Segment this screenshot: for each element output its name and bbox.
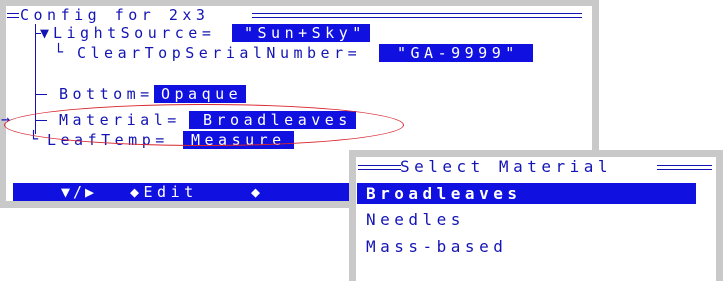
tree-expand-icon[interactable]: ▼ <box>40 24 54 42</box>
material-option-mass-based[interactable]: Mass-based <box>366 236 507 257</box>
bottom-label: Bottom= <box>59 85 154 103</box>
title-rule-right <box>252 13 582 18</box>
bottom-value[interactable]: Opaque <box>154 85 247 103</box>
select-material-popup: Select Material Broadleaves Needles Mass… <box>349 150 723 281</box>
lightsource-label: LightSource= <box>53 24 216 42</box>
material-option-needles[interactable]: Needles <box>366 209 465 230</box>
title-rule-left <box>7 13 19 18</box>
serial-number-label: ClearTopSerialNumber= <box>77 44 362 62</box>
popup-title-rule-right <box>657 165 712 170</box>
material-option-broadleaves[interactable]: Broadleaves <box>357 183 696 204</box>
edit-softkey[interactable]: ◆Edit <box>130 183 198 201</box>
highlight-annotation <box>4 104 404 146</box>
popup-screen: Select Material Broadleaves Needles Mass… <box>356 157 716 281</box>
popup-title-rule-left <box>358 165 401 170</box>
tree-branch <box>35 94 47 95</box>
serial-number-value[interactable]: "GA-9999" <box>379 44 533 62</box>
tree-branch-icon: └ <box>54 43 68 61</box>
lightsource-value[interactable]: "Sun+Sky" <box>232 24 370 42</box>
end-softkey-icon[interactable]: ◆ <box>251 183 265 201</box>
nav-softkey[interactable]: ▼/▶ <box>61 183 97 201</box>
popup-title: Select Material <box>400 157 612 176</box>
config-title: Config for 2x3 <box>20 6 210 24</box>
